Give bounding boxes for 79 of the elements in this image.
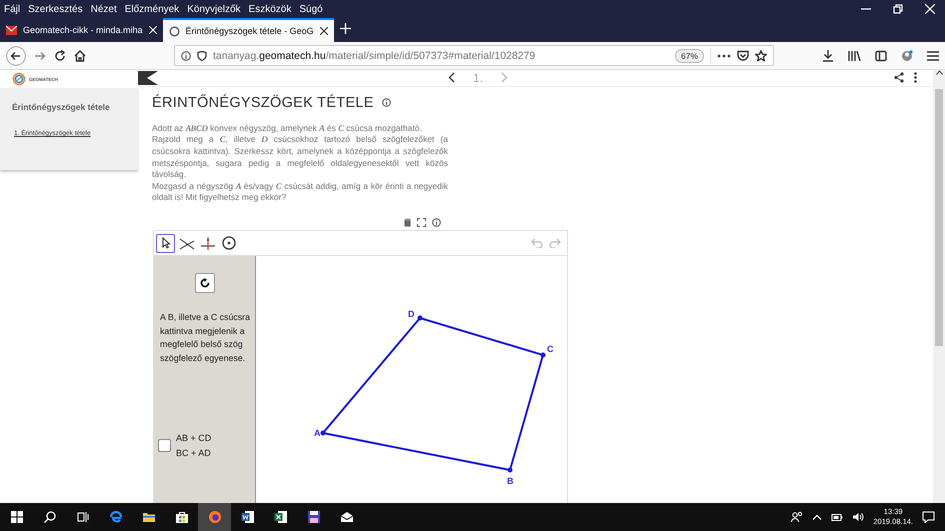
envelope-icon (340, 510, 354, 524)
start-icon[interactable] (10, 511, 22, 523)
more-icon[interactable] (914, 72, 917, 84)
search-icon[interactable] (44, 511, 56, 523)
download-icon[interactable] (822, 50, 834, 62)
article-title: ÉRINTŐNÉGYSZÖGEK TÉTELE (152, 94, 374, 111)
close-icon[interactable] (320, 27, 328, 35)
scrollbar[interactable] (933, 70, 945, 503)
speaker-icon[interactable] (852, 512, 864, 522)
share-icon[interactable] (894, 72, 904, 84)
vertex-label: B (507, 476, 514, 486)
previous-icon[interactable] (448, 72, 455, 84)
shopping-bag-icon (174, 510, 188, 524)
sidebar-icon[interactable] (875, 50, 887, 62)
mail-icon (6, 24, 17, 36)
home-icon[interactable] (74, 50, 86, 62)
browser-icon (108, 510, 122, 524)
back-icon[interactable] (6, 46, 26, 66)
browser-icon (208, 510, 222, 524)
copy-icon[interactable] (404, 218, 411, 227)
browser-tab[interactable]: Geomatech-cikk - minda.miha (0, 18, 163, 42)
vertex-point[interactable] (320, 430, 326, 436)
circle-icon (220, 235, 236, 251)
vertex-point[interactable] (540, 352, 546, 358)
vertex-label: C (547, 344, 554, 354)
info-icon[interactable] (432, 218, 441, 227)
new-tab-icon[interactable] (340, 23, 351, 34)
menu-item[interactable]: Fájl (4, 4, 20, 14)
star-icon[interactable] (755, 50, 767, 62)
vertex-label: D (408, 309, 414, 319)
instruction-paragraph: Mozgasd a négyszög A és/vagy C csúcsát addig, amíg a kör érinti a negyedik oldalt is! Mit figyelhetsz meg ekkor? (152, 180, 448, 204)
checkbox-label: AB + CD (176, 433, 212, 443)
reset-icon (200, 278, 210, 288)
menu-item[interactable]: Előzmények (124, 4, 180, 14)
shield-icon (197, 50, 207, 60)
battery-icon[interactable] (831, 512, 844, 522)
menu-item[interactable]: Könyvjelzők (187, 4, 241, 14)
reset-button[interactable] (194, 273, 214, 293)
page-number: 1. (472, 70, 483, 85)
hint-text: A B, illetve a C csúcsra kattintva megjelenik a megfelelő belső szög szögfelező egyenese. (160, 311, 251, 365)
address-bar[interactable]: tananyag.geomatech.hu/material/simple/id/507373#material/1028279 67% (174, 45, 774, 66)
perpendicular-line-icon (200, 235, 216, 251)
menu-icon[interactable] (927, 50, 939, 60)
fullscreen-icon[interactable] (417, 218, 426, 227)
task-view-icon[interactable] (76, 511, 88, 523)
instruction-paragraph: Rajzold meg a C, illetve D csúcsokhoz tartozó belső szögfelezőket (a csúcsokra kattintva). Szerkessz kört, amelynek a középpontja a szögfelezők metszéspontja, sugara pedig a megfelelő oldalegyenesektől vett közös távolság. (152, 134, 448, 181)
url-text: tananyag.geomatech.hu/material/simple/id/507373#material/1028279 (213, 50, 536, 62)
zoom-level[interactable]: 67% (674, 48, 704, 62)
vertex-point[interactable] (508, 468, 512, 472)
tool-button[interactable] (156, 234, 175, 252)
info-icon (181, 50, 191, 60)
forward-icon[interactable] (34, 50, 46, 62)
pocket-icon[interactable] (737, 50, 749, 62)
more-icon[interactable] (717, 54, 731, 58)
logo-icon (12, 72, 26, 86)
folder-icon (142, 510, 156, 524)
vertex-label: A (314, 428, 320, 438)
menu-item[interactable]: Súgó (299, 4, 323, 14)
spreadsheet-icon (274, 510, 288, 524)
info-icon[interactable] (382, 98, 391, 108)
scroll-up-icon[interactable] (936, 70, 942, 75)
document-icon (240, 510, 254, 524)
restore-icon[interactable] (893, 4, 903, 14)
menu-item[interactable]: Szerkesztés (28, 4, 83, 14)
chevron-up-icon[interactable] (812, 514, 822, 520)
library-icon[interactable] (848, 50, 861, 62)
page-icon (168, 26, 180, 36)
reload-icon[interactable] (54, 50, 66, 62)
people-icon[interactable] (791, 511, 804, 523)
notification-icon[interactable] (922, 511, 935, 523)
menu-item[interactable]: Nézet (90, 4, 117, 14)
vertex-point[interactable] (418, 316, 422, 320)
checkbox-label: BC + AD (176, 448, 212, 458)
instruction-paragraph: Adott az ABCD konvex négyszög, amelynek A és C csúcsa mozgatható. (152, 122, 423, 134)
menu-item[interactable]: Eszközök (248, 4, 292, 14)
sidebar-heading: Érintőnégyszögek tétele (12, 102, 111, 112)
account-icon[interactable] (901, 50, 913, 62)
checkbox[interactable] (158, 439, 171, 452)
browser-tab[interactable]: Érintőnégyszögek tétele - GeoG (162, 18, 334, 42)
